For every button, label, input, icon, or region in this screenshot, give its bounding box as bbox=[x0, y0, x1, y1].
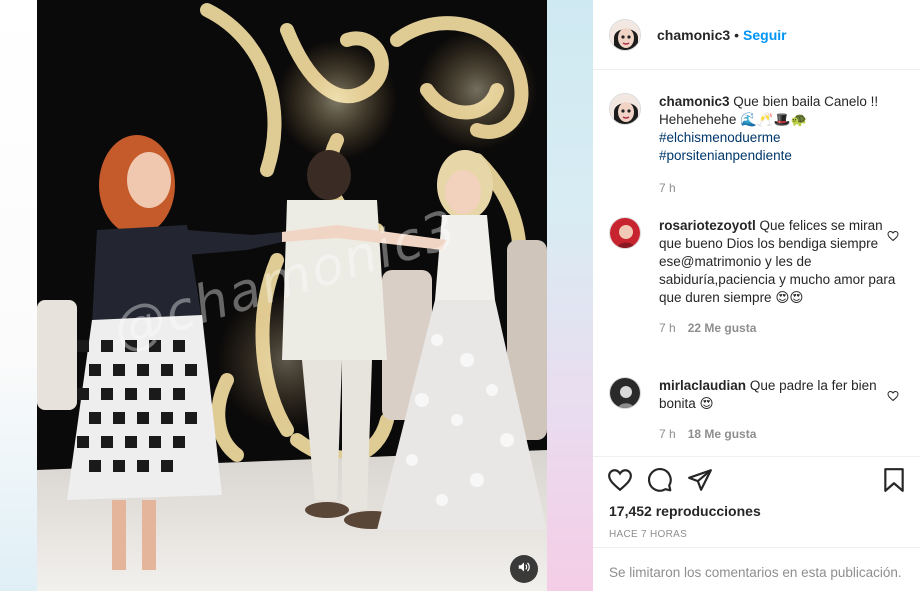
comment-item: rosariotezoyotl Que felices se miran que… bbox=[609, 217, 909, 337]
comments-limited-notice: Se limitaron los comentarios en esta pub… bbox=[593, 547, 920, 591]
heart-icon[interactable] bbox=[607, 467, 633, 498]
bookmark-icon[interactable] bbox=[881, 467, 907, 498]
post-timestamp[interactable]: HACE 7 HORAS bbox=[609, 529, 687, 540]
separator-dot: • bbox=[734, 26, 740, 43]
comments-list[interactable]: chamonic3 Que bien baila Canelo !! Heheh… bbox=[593, 71, 920, 455]
backdrop-right bbox=[547, 0, 593, 591]
action-icons bbox=[607, 467, 907, 495]
comment-body: rosariotezoyotl Que felices se miran que… bbox=[659, 217, 899, 337]
comment-likes[interactable]: 22 Me gusta bbox=[688, 321, 757, 335]
comment-body: mirlaclaudian Que padre la fer bien boni… bbox=[659, 377, 899, 443]
comment-time[interactable]: 7 h bbox=[659, 427, 676, 441]
share-icon[interactable] bbox=[687, 467, 713, 498]
comment-likes[interactable]: 18 Me gusta bbox=[688, 427, 757, 441]
post-panel: chamonic3 • Seguir chamonic3 Que bien ba… bbox=[593, 0, 920, 591]
caption-username[interactable]: chamonic3 bbox=[659, 94, 730, 109]
avatar[interactable] bbox=[609, 377, 641, 409]
comment-icon[interactable] bbox=[647, 467, 673, 498]
view-count[interactable]: 17,452 reproducciones bbox=[609, 503, 761, 519]
post-actions: 17,452 reproducciones HACE 7 HORAS Se li… bbox=[593, 456, 920, 591]
caption: chamonic3 Que bien baila Canelo !! Heheh… bbox=[609, 93, 909, 197]
avatar[interactable] bbox=[609, 217, 641, 249]
avatar[interactable] bbox=[609, 93, 641, 125]
heart-icon[interactable] bbox=[887, 229, 899, 247]
post-username[interactable]: chamonic3 bbox=[657, 27, 730, 43]
comment-meta: 7 h 18 Me gusta bbox=[659, 425, 899, 443]
speaker-icon bbox=[517, 560, 531, 579]
caption-body: chamonic3 Que bien baila Canelo !! Heheh… bbox=[659, 93, 899, 197]
hashtag-link[interactable]: #porsitenianpendiente bbox=[659, 147, 899, 165]
video-player[interactable]: @chamonic3 bbox=[37, 0, 547, 591]
hashtag-link[interactable]: #elchismenoduerme bbox=[659, 129, 899, 147]
comment-time[interactable]: 7 h bbox=[659, 321, 676, 335]
comment-username[interactable]: rosariotezoyotl bbox=[659, 218, 756, 233]
follow-button[interactable]: Seguir bbox=[743, 27, 787, 43]
backdrop-left bbox=[0, 0, 37, 591]
comment-meta: 7 h 22 Me gusta bbox=[659, 319, 899, 337]
post-header: chamonic3 • Seguir bbox=[593, 0, 920, 70]
mute-toggle-button[interactable] bbox=[510, 555, 538, 583]
heart-icon[interactable] bbox=[887, 389, 899, 407]
comment-username[interactable]: mirlaclaudian bbox=[659, 378, 746, 393]
caption-time[interactable]: 7 h bbox=[659, 179, 899, 197]
avatar[interactable] bbox=[609, 18, 641, 51]
comment-item: mirlaclaudian Que padre la fer bien boni… bbox=[609, 377, 909, 443]
media-area: @chamonic3 bbox=[0, 0, 593, 591]
